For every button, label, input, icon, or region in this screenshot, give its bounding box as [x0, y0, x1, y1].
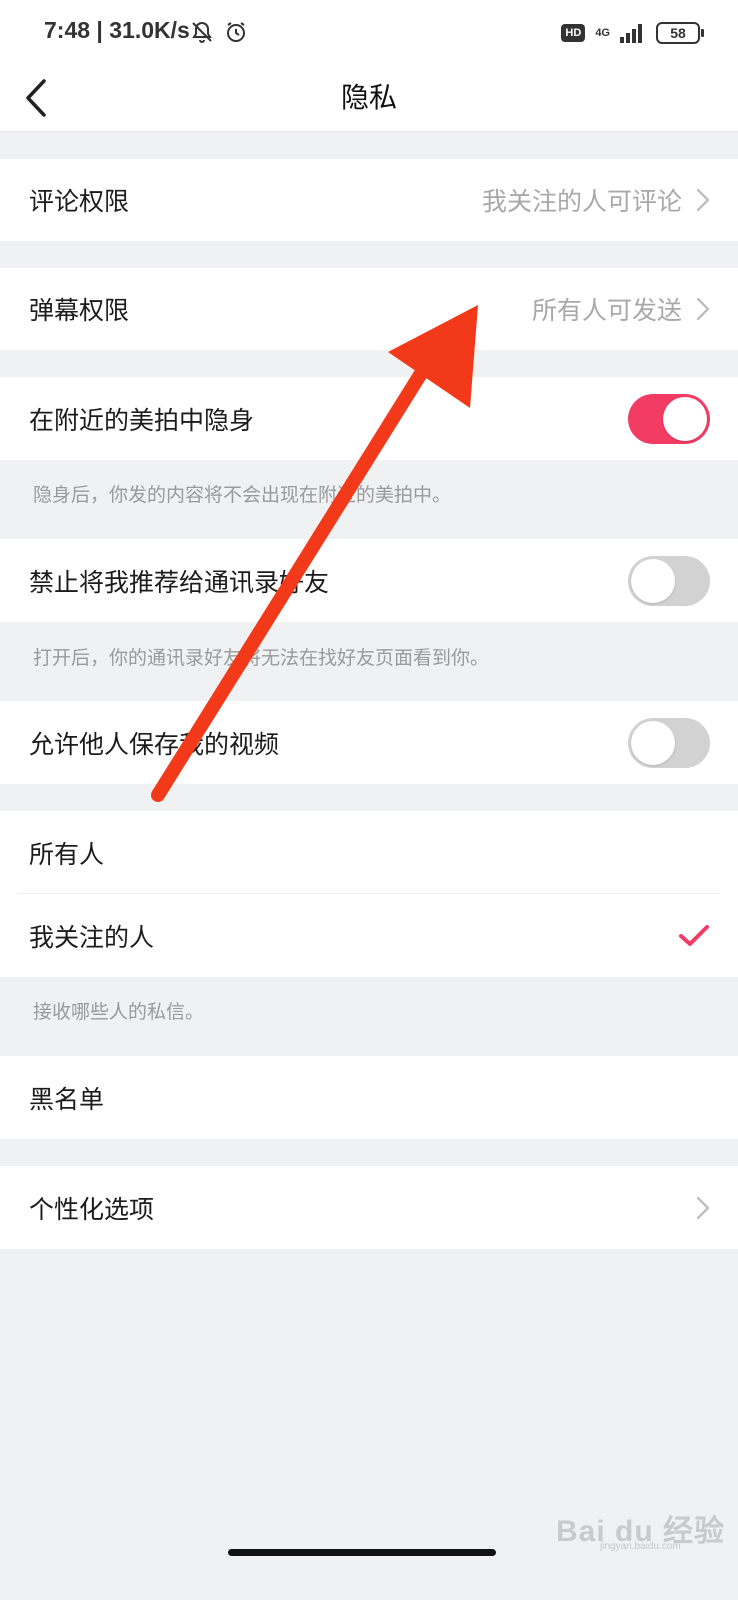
allow-save-video-label: 允许他人保存我的视频 — [29, 729, 280, 759]
hd-badge: HD — [561, 24, 586, 42]
danmaku-permission-label: 弹幕权限 — [29, 296, 130, 325]
block-contact-recommend-toggle[interactable] — [628, 555, 710, 606]
blacklist-label: 黑名单 — [29, 1084, 105, 1114]
comment-permission-label: 评论权限 — [29, 187, 130, 216]
personalization-row[interactable]: 个性化选项 — [0, 1166, 738, 1249]
hide-nearby-toggle[interactable] — [628, 393, 710, 444]
message-option-label: 所有人 — [29, 839, 105, 869]
message-option-following[interactable]: 我关注的人 — [0, 894, 738, 977]
hide-nearby-label: 在附近的美拍中隐身 — [29, 405, 255, 435]
nav-bar: 隐私 — [0, 64, 738, 132]
home-indicator[interactable] — [228, 1549, 496, 1556]
allow-save-video-toggle[interactable] — [628, 717, 710, 768]
danmaku-permission-value: 所有人可发送 — [531, 296, 682, 325]
chevron-right-icon — [696, 188, 710, 212]
message-option-label: 我关注的人 — [29, 922, 155, 952]
toggle-knob — [631, 558, 675, 603]
toggle-knob — [631, 720, 675, 765]
blacklist-row[interactable]: 黑名单 — [0, 1056, 738, 1139]
block-contact-recommend-label: 禁止将我推荐给通讯录好友 — [29, 567, 330, 597]
checkmark-icon — [679, 924, 709, 946]
network-label: 4G — [595, 27, 610, 39]
alarm-clock-icon — [227, 22, 245, 42]
page-title: 隐私 — [340, 81, 397, 114]
status-time: 7:48 | 31.0K/s — [44, 17, 190, 43]
message-hint: 接收哪些人的私信。 — [33, 1001, 205, 1023]
comment-permission-row[interactable]: 评论权限 我关注的人可评论 — [0, 159, 738, 241]
comment-permission-value: 我关注的人可评论 — [481, 187, 682, 216]
watermark-url: jingyan.baidu.com — [600, 1541, 681, 1552]
danmaku-permission-row[interactable]: 弹幕权限 所有人可发送 — [0, 268, 738, 350]
allow-save-video-row: 允许他人保存我的视频 — [0, 701, 738, 784]
toggle-knob — [663, 396, 707, 441]
message-option-everyone[interactable]: 所有人 — [0, 811, 738, 894]
block-contact-recommend-row: 禁止将我推荐给通讯录好友 — [0, 539, 738, 622]
chevron-right-icon — [696, 1196, 710, 1219]
signal-icon — [620, 24, 642, 43]
hide-nearby-hint: 隐身后，你发的内容将不会出现在附近的美拍中。 — [33, 484, 452, 506]
battery-icon: 58 — [656, 22, 704, 44]
status-bar: 7:48 | 31.0K/s HD 4G 58 — [0, 0, 738, 64]
hide-nearby-row: 在附近的美拍中隐身 — [0, 377, 738, 460]
personalization-label: 个性化选项 — [29, 1194, 155, 1224]
chevron-right-icon — [696, 297, 710, 321]
mute-bell-icon — [192, 21, 212, 43]
status-icons: HD 4G 58 — [561, 18, 704, 48]
block-contact-recommend-hint: 打开后，你的通讯录好友将无法在找好友页面看到你。 — [33, 647, 490, 669]
